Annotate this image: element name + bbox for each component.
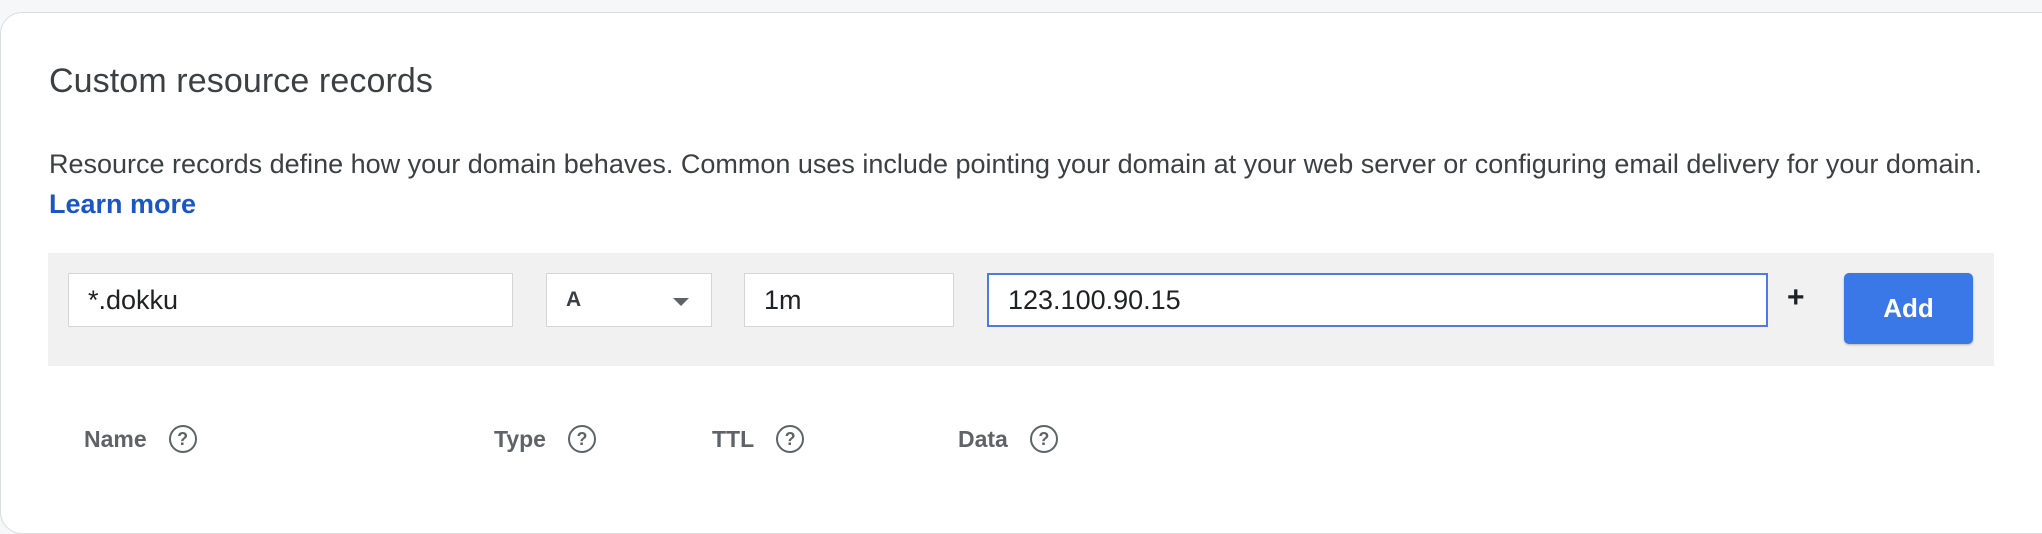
help-circle-icon[interactable]: ? bbox=[168, 425, 197, 453]
add-record-form: *.dokku A 1m 123.100.90.15 + Add bbox=[48, 253, 1994, 366]
help-circle-icon[interactable]: ? bbox=[567, 425, 596, 453]
ttl-input[interactable]: 1m bbox=[744, 273, 954, 327]
ttl-input-value: 1m bbox=[764, 284, 802, 315]
add-button[interactable]: Add bbox=[1844, 273, 1973, 344]
type-select-value: A bbox=[566, 288, 582, 311]
section-title: Custom resource records bbox=[49, 62, 433, 100]
column-header-name[interactable]: Name ? bbox=[84, 425, 197, 453]
help-circle-icon[interactable]: ? bbox=[776, 425, 805, 453]
column-header-label: Name bbox=[84, 425, 147, 452]
column-header-ttl[interactable]: TTL ? bbox=[712, 425, 805, 453]
column-header-data[interactable]: Data ? bbox=[958, 425, 1058, 453]
type-select[interactable]: A bbox=[546, 273, 712, 327]
column-header-label: Data bbox=[958, 425, 1008, 452]
column-header-type[interactable]: Type ? bbox=[494, 425, 596, 453]
name-input-value: *.dokku bbox=[88, 284, 179, 315]
learn-more-link[interactable]: Learn more bbox=[49, 189, 196, 219]
help-circle-icon[interactable]: ? bbox=[1029, 425, 1058, 453]
add-data-plus-icon[interactable]: + bbox=[1787, 281, 1805, 315]
name-input[interactable]: *.dokku bbox=[68, 273, 513, 327]
data-input-value: 123.100.90.15 bbox=[1008, 284, 1181, 315]
column-header-label: TTL bbox=[712, 425, 755, 452]
column-header-label: Type bbox=[494, 425, 546, 452]
description-text: Resource records define how your domain … bbox=[49, 149, 1982, 179]
chevron-down-icon bbox=[673, 298, 689, 306]
section-description: Resource records define how your domain … bbox=[49, 144, 1999, 224]
data-input[interactable]: 123.100.90.15 bbox=[987, 273, 1768, 327]
